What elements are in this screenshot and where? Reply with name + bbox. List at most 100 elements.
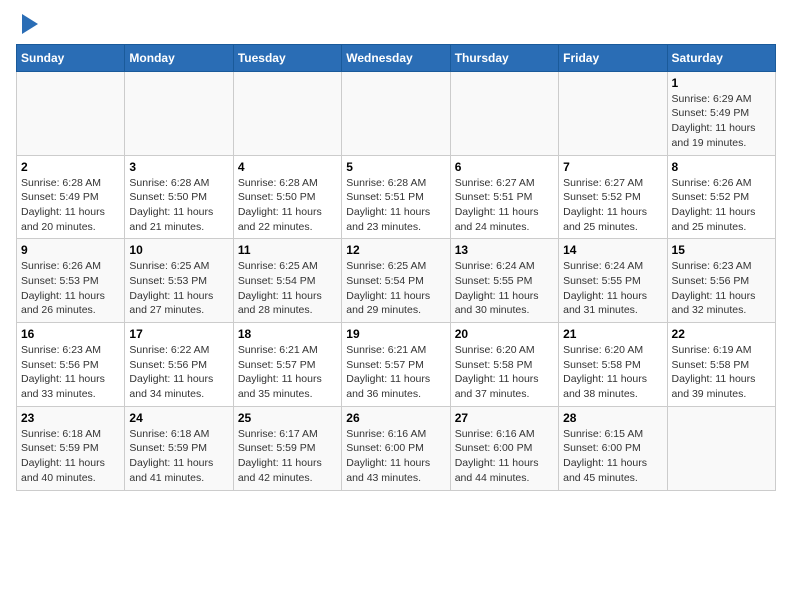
- empty-cell: [346, 76, 445, 146]
- day-number: 14: [563, 243, 662, 257]
- empty-cell: [672, 411, 771, 481]
- calendar-cell: 15 Sunrise: 6:23 AM Sunset: 5:56 PM Dayl…: [667, 239, 775, 323]
- sunrise-label: Sunrise: 6:28 AM: [21, 177, 101, 189]
- calendar-cell: 24 Sunrise: 6:18 AM Sunset: 5:59 PM Dayl…: [125, 406, 233, 490]
- day-info: Sunrise: 6:20 AM Sunset: 5:58 PM Dayligh…: [455, 343, 554, 402]
- calendar-week-row: 2 Sunrise: 6:28 AM Sunset: 5:49 PM Dayli…: [17, 155, 776, 239]
- calendar-cell: 4 Sunrise: 6:28 AM Sunset: 5:50 PM Dayli…: [233, 155, 341, 239]
- sunset-label: Sunset: 5:49 PM: [672, 107, 750, 119]
- day-number: 12: [346, 243, 445, 257]
- calendar-cell: 20 Sunrise: 6:20 AM Sunset: 5:58 PM Dayl…: [450, 323, 558, 407]
- daylight-label: Daylight: 11 hours and 23 minutes.: [346, 206, 430, 233]
- calendar-cell: 11 Sunrise: 6:25 AM Sunset: 5:54 PM Dayl…: [233, 239, 341, 323]
- calendar-cell: 2 Sunrise: 6:28 AM Sunset: 5:49 PM Dayli…: [17, 155, 125, 239]
- day-number: 23: [21, 411, 120, 425]
- daylight-label: Daylight: 11 hours and 25 minutes.: [563, 206, 647, 233]
- calendar-cell: 9 Sunrise: 6:26 AM Sunset: 5:53 PM Dayli…: [17, 239, 125, 323]
- daylight-label: Daylight: 11 hours and 22 minutes.: [238, 206, 322, 233]
- calendar-table: SundayMondayTuesdayWednesdayThursdayFrid…: [16, 44, 776, 491]
- sunrise-label: Sunrise: 6:18 AM: [129, 428, 209, 440]
- daylight-label: Daylight: 11 hours and 41 minutes.: [129, 457, 213, 484]
- calendar-day-header: Wednesday: [342, 44, 450, 71]
- day-info: Sunrise: 6:25 AM Sunset: 5:54 PM Dayligh…: [238, 259, 337, 318]
- sunrise-label: Sunrise: 6:29 AM: [672, 93, 752, 105]
- calendar-cell: 27 Sunrise: 6:16 AM Sunset: 6:00 PM Dayl…: [450, 406, 558, 490]
- calendar-cell: 14 Sunrise: 6:24 AM Sunset: 5:55 PM Dayl…: [559, 239, 667, 323]
- sunrise-label: Sunrise: 6:28 AM: [238, 177, 318, 189]
- day-number: 8: [672, 160, 771, 174]
- logo-arrow-icon: [22, 14, 38, 34]
- day-info: Sunrise: 6:26 AM Sunset: 5:52 PM Dayligh…: [672, 176, 771, 235]
- day-number: 24: [129, 411, 228, 425]
- day-number: 22: [672, 327, 771, 341]
- day-info: Sunrise: 6:24 AM Sunset: 5:55 PM Dayligh…: [563, 259, 662, 318]
- daylight-label: Daylight: 11 hours and 25 minutes.: [672, 206, 756, 233]
- day-number: 10: [129, 243, 228, 257]
- calendar-cell: [667, 406, 775, 490]
- day-number: 28: [563, 411, 662, 425]
- day-number: 15: [672, 243, 771, 257]
- sunset-label: Sunset: 5:57 PM: [238, 359, 316, 371]
- calendar-day-header: Monday: [125, 44, 233, 71]
- day-info: Sunrise: 6:19 AM Sunset: 5:58 PM Dayligh…: [672, 343, 771, 402]
- calendar-week-row: 23 Sunrise: 6:18 AM Sunset: 5:59 PM Dayl…: [17, 406, 776, 490]
- day-number: 1: [672, 76, 771, 90]
- calendar-day-header: Sunday: [17, 44, 125, 71]
- day-number: 18: [238, 327, 337, 341]
- sunset-label: Sunset: 5:57 PM: [346, 359, 424, 371]
- daylight-label: Daylight: 11 hours and 24 minutes.: [455, 206, 539, 233]
- day-info: Sunrise: 6:17 AM Sunset: 5:59 PM Dayligh…: [238, 427, 337, 486]
- sunrise-label: Sunrise: 6:18 AM: [21, 428, 101, 440]
- sunrise-label: Sunrise: 6:15 AM: [563, 428, 643, 440]
- day-info: Sunrise: 6:26 AM Sunset: 5:53 PM Dayligh…: [21, 259, 120, 318]
- calendar-cell: [559, 71, 667, 155]
- sunset-label: Sunset: 5:55 PM: [563, 275, 641, 287]
- daylight-label: Daylight: 11 hours and 29 minutes.: [346, 290, 430, 317]
- day-info: Sunrise: 6:15 AM Sunset: 6:00 PM Dayligh…: [563, 427, 662, 486]
- empty-cell: [563, 76, 662, 146]
- daylight-label: Daylight: 11 hours and 36 minutes.: [346, 373, 430, 400]
- calendar-week-row: 9 Sunrise: 6:26 AM Sunset: 5:53 PM Dayli…: [17, 239, 776, 323]
- daylight-label: Daylight: 11 hours and 40 minutes.: [21, 457, 105, 484]
- day-number: 19: [346, 327, 445, 341]
- sunset-label: Sunset: 5:56 PM: [672, 275, 750, 287]
- day-info: Sunrise: 6:18 AM Sunset: 5:59 PM Dayligh…: [129, 427, 228, 486]
- sunset-label: Sunset: 5:53 PM: [21, 275, 99, 287]
- daylight-label: Daylight: 11 hours and 30 minutes.: [455, 290, 539, 317]
- day-info: Sunrise: 6:24 AM Sunset: 5:55 PM Dayligh…: [455, 259, 554, 318]
- calendar-cell: 17 Sunrise: 6:22 AM Sunset: 5:56 PM Dayl…: [125, 323, 233, 407]
- calendar-cell: 16 Sunrise: 6:23 AM Sunset: 5:56 PM Dayl…: [17, 323, 125, 407]
- empty-cell: [21, 76, 120, 146]
- sunset-label: Sunset: 5:50 PM: [238, 191, 316, 203]
- empty-cell: [455, 76, 554, 146]
- calendar-day-header: Tuesday: [233, 44, 341, 71]
- sunset-label: Sunset: 5:59 PM: [129, 442, 207, 454]
- day-info: Sunrise: 6:22 AM Sunset: 5:56 PM Dayligh…: [129, 343, 228, 402]
- sunset-label: Sunset: 5:51 PM: [455, 191, 533, 203]
- day-number: 20: [455, 327, 554, 341]
- sunset-label: Sunset: 5:50 PM: [129, 191, 207, 203]
- calendar-cell: 26 Sunrise: 6:16 AM Sunset: 6:00 PM Dayl…: [342, 406, 450, 490]
- calendar-cell: 21 Sunrise: 6:20 AM Sunset: 5:58 PM Dayl…: [559, 323, 667, 407]
- day-number: 9: [21, 243, 120, 257]
- calendar-cell: 18 Sunrise: 6:21 AM Sunset: 5:57 PM Dayl…: [233, 323, 341, 407]
- day-info: Sunrise: 6:20 AM Sunset: 5:58 PM Dayligh…: [563, 343, 662, 402]
- calendar-week-row: 1 Sunrise: 6:29 AM Sunset: 5:49 PM Dayli…: [17, 71, 776, 155]
- day-number: 6: [455, 160, 554, 174]
- daylight-label: Daylight: 11 hours and 19 minutes.: [672, 122, 756, 149]
- calendar-cell: [342, 71, 450, 155]
- calendar-cell: [450, 71, 558, 155]
- day-number: 27: [455, 411, 554, 425]
- calendar-day-header: Saturday: [667, 44, 775, 71]
- calendar-cell: [17, 71, 125, 155]
- sunrise-label: Sunrise: 6:16 AM: [455, 428, 535, 440]
- daylight-label: Daylight: 11 hours and 26 minutes.: [21, 290, 105, 317]
- sunrise-label: Sunrise: 6:25 AM: [346, 260, 426, 272]
- sunrise-label: Sunrise: 6:21 AM: [238, 344, 318, 356]
- day-number: 17: [129, 327, 228, 341]
- sunset-label: Sunset: 5:59 PM: [238, 442, 316, 454]
- day-info: Sunrise: 6:21 AM Sunset: 5:57 PM Dayligh…: [346, 343, 445, 402]
- sunset-label: Sunset: 5:59 PM: [21, 442, 99, 454]
- sunrise-label: Sunrise: 6:27 AM: [455, 177, 535, 189]
- sunset-label: Sunset: 6:00 PM: [455, 442, 533, 454]
